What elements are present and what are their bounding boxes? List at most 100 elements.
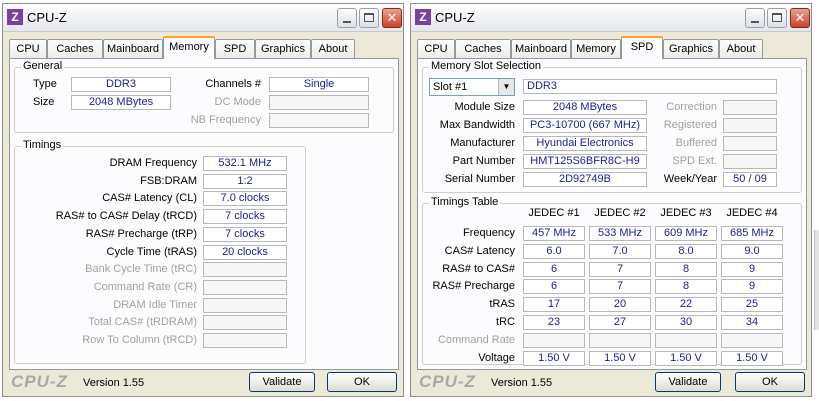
timings-cell: 6 xyxy=(523,261,585,277)
timings-cell: 6.0 xyxy=(523,243,585,259)
timing-value xyxy=(203,297,287,313)
dropdown-arrow-icon[interactable]: ▼ xyxy=(498,79,514,95)
timing-label: FSB:DRAM xyxy=(140,174,197,187)
validate-button[interactable]: Validate xyxy=(655,372,721,392)
spd-panel: Memory Slot Selection Slot #1 ▼ DDR3 Mod… xyxy=(417,58,807,370)
timings-cell: 685 MHz xyxy=(721,226,783,241)
minimize-button[interactable] xyxy=(337,8,357,28)
manufacturer-label: Manufacturer xyxy=(450,137,515,149)
memory-panel: General Type DDR3 Size 2048 MBytes Chann… xyxy=(9,58,399,370)
timing-value xyxy=(203,262,287,278)
tab-caches[interactable]: Caches xyxy=(47,39,103,58)
tab-spd[interactable]: SPD xyxy=(621,36,663,59)
timing-value: 7 clocks xyxy=(203,209,287,225)
spd-ext-label: SPD Ext. xyxy=(672,155,717,167)
registered-label: Registered xyxy=(663,119,717,131)
timings-cell: 17 xyxy=(523,297,585,313)
timings-cell xyxy=(655,332,717,348)
timings-cell xyxy=(589,332,651,348)
timing-value: 20 clocks xyxy=(203,244,287,260)
slot-select-value: Slot #1 xyxy=(433,81,468,93)
dc-mode-label: DC Mode xyxy=(214,96,261,108)
maximize-button[interactable] xyxy=(359,8,379,28)
timings-cell: 23 xyxy=(523,315,585,330)
timing-label: Cycle Time (tRAS) xyxy=(106,245,197,258)
group-title: Timings xyxy=(21,139,64,151)
timings-cell: 9 xyxy=(721,279,783,295)
timing-label: DRAM Frequency xyxy=(109,157,197,169)
tab-graphics[interactable]: Graphics xyxy=(663,39,719,58)
tab-caches[interactable]: Caches xyxy=(455,39,511,58)
size-label: Size xyxy=(33,96,55,108)
timings-row-label: tRC xyxy=(496,316,515,328)
maximize-icon xyxy=(772,13,782,22)
tab-mainboard[interactable]: Mainboard xyxy=(511,39,571,58)
tab-about[interactable]: About xyxy=(311,39,355,58)
close-icon: ✕ xyxy=(794,10,806,25)
channels-value: Single xyxy=(269,77,369,92)
serial-number-value: 2D92749B xyxy=(523,172,647,187)
timings-cell: 1.50 V xyxy=(589,350,651,366)
jedec-column-header: JEDEC #3 xyxy=(660,207,712,219)
close-button[interactable]: ✕ xyxy=(790,8,810,28)
spd-ext-value xyxy=(723,154,777,169)
cpuz-window-memory: Z CPU-Z ✕ CPU Caches Mainboard Memory SP… xyxy=(2,3,404,397)
background-window-edge xyxy=(814,230,819,330)
tab-cpu[interactable]: CPU xyxy=(417,39,455,58)
cpuz-app-icon: Z xyxy=(415,9,431,25)
timing-value xyxy=(203,333,287,348)
version-text: Version 1.55 xyxy=(491,377,553,389)
timings-cell: 7 xyxy=(589,279,651,295)
timings-cell: 1.50 V xyxy=(655,350,717,366)
version-text: Version 1.55 xyxy=(83,377,145,389)
close-button[interactable]: ✕ xyxy=(382,8,402,28)
nb-frequency-value xyxy=(269,113,369,128)
ok-button[interactable]: OK xyxy=(735,372,805,392)
jedec-column-header: JEDEC #1 xyxy=(528,207,580,219)
slot-select[interactable]: Slot #1 ▼ xyxy=(429,78,515,96)
timings-row-label: Voltage xyxy=(478,351,515,364)
size-value: 2048 MBytes xyxy=(71,95,171,110)
buffered-value xyxy=(723,136,777,151)
title-bar[interactable]: Z CPU-Z ✕ xyxy=(411,4,811,32)
timing-value: 7 clocks xyxy=(203,226,287,242)
close-icon: ✕ xyxy=(386,10,398,25)
group-title: Timings Table xyxy=(429,196,501,208)
timings-cell: 9.0 xyxy=(721,243,783,259)
timings-cell: 7.0 xyxy=(589,243,651,259)
group-title: General xyxy=(21,60,65,72)
nb-frequency-label: NB Frequency xyxy=(190,114,261,126)
title-bar[interactable]: Z CPU-Z ✕ xyxy=(3,4,403,32)
jedec-column-header: JEDEC #2 xyxy=(594,207,646,219)
general-group: General Type DDR3 Size 2048 MBytes Chann… xyxy=(14,60,394,133)
timings-group: Timings DRAM Frequency 532.1 MHz FSB:DRAM 1… xyxy=(14,139,306,364)
buffered-label: Buffered xyxy=(675,137,717,149)
memory-slot-group: Memory Slot Selection Slot #1 ▼ DDR3 Mod… xyxy=(422,60,802,193)
registered-value xyxy=(723,118,777,133)
validate-button[interactable]: Validate xyxy=(249,372,315,392)
timings-cell: 8 xyxy=(655,279,717,295)
timing-label: Row To Column (tRCD) xyxy=(82,334,197,346)
cpuz-window-spd: Z CPU-Z ✕ CPU Caches Mainboard Memory SP… xyxy=(410,3,812,397)
tab-cpu[interactable]: CPU xyxy=(9,39,47,58)
timings-cell xyxy=(523,332,585,348)
tab-about[interactable]: About xyxy=(719,39,763,58)
tab-spd[interactable]: SPD xyxy=(215,39,255,58)
window-title: CPU-Z xyxy=(27,10,67,25)
minimize-button[interactable] xyxy=(745,8,765,28)
max-bandwidth-value: PC3-10700 (667 MHz) xyxy=(523,118,647,133)
week-year-value: 50 / 09 xyxy=(723,172,777,187)
maximize-button[interactable] xyxy=(767,8,787,28)
tab-graphics[interactable]: Graphics xyxy=(255,39,311,58)
timing-value xyxy=(203,279,287,295)
minimize-icon xyxy=(751,21,759,23)
tab-memory[interactable]: Memory xyxy=(571,39,621,58)
timings-cell: 30 xyxy=(655,315,717,330)
timings-cell: 8 xyxy=(655,261,717,277)
tab-memory[interactable]: Memory xyxy=(163,36,215,59)
timings-row-label: tRAS xyxy=(489,298,515,311)
tab-mainboard[interactable]: Mainboard xyxy=(103,39,163,58)
timings-cell: 7 xyxy=(589,261,651,277)
ok-button[interactable]: OK xyxy=(327,372,397,392)
timings-cell: 8.0 xyxy=(655,243,717,259)
